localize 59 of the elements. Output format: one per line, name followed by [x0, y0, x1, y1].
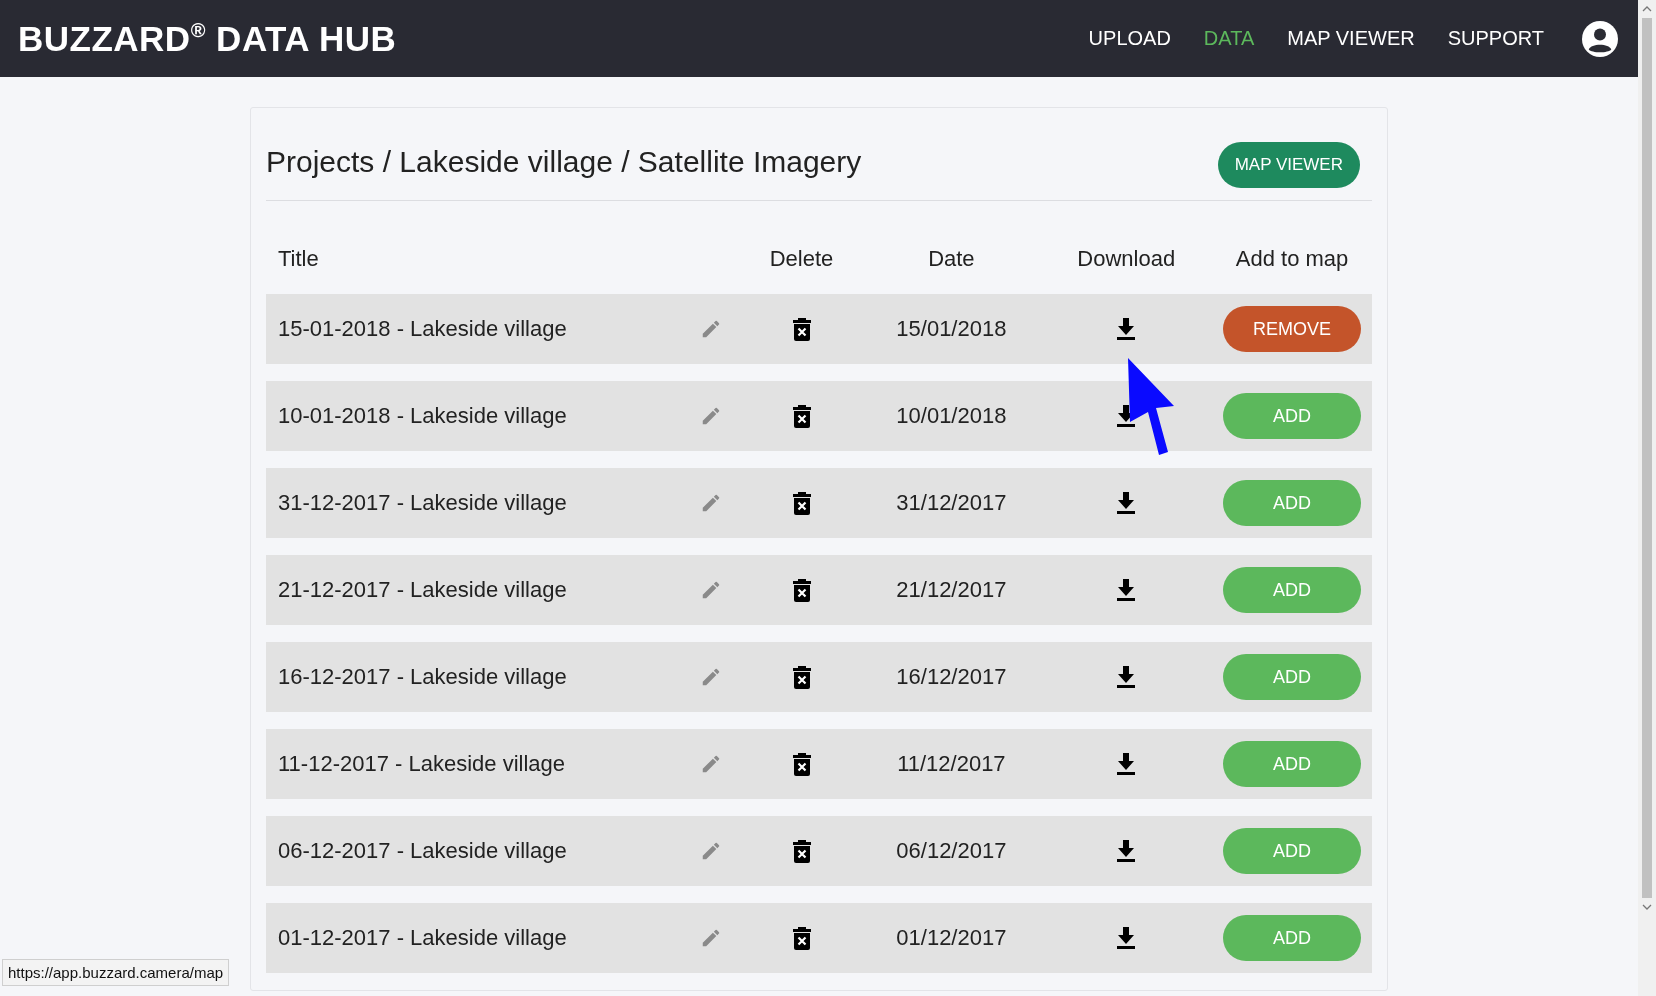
map-viewer-button[interactable]: MAP VIEWER — [1217, 142, 1360, 188]
date-cell-text: 06/12/2017 — [895, 838, 1008, 864]
account-icon[interactable] — [1582, 20, 1618, 57]
title-cell-text: 01-12-2017 - Lakeside village — [277, 925, 568, 951]
title-cell-text: 11-12-2017 - Lakeside village — [277, 751, 566, 777]
date-cell-text: 10/01/2018 — [895, 403, 1008, 429]
add-button[interactable]: ADD — [1223, 393, 1362, 439]
cursor-icon — [1126, 356, 1176, 456]
title-cell-text: 21-12-2017 - Lakeside village — [277, 577, 568, 603]
nav-link[interactable]: UPLOAD — [1088, 27, 1171, 50]
delete-icon[interactable] — [791, 839, 812, 863]
scrollbar-thumb[interactable] — [1642, 18, 1652, 898]
column-header: Title — [277, 245, 320, 272]
date-cell-text: 11/12/2017 — [896, 751, 1007, 777]
nav-link[interactable]: SUPPORT — [1447, 27, 1544, 50]
add-button[interactable]: ADD — [1223, 741, 1362, 787]
add-button[interactable]: ADD — [1223, 828, 1362, 874]
download-icon[interactable] — [1116, 752, 1137, 776]
date-cell-text: 21/12/2017 — [895, 577, 1008, 603]
download-icon[interactable] — [1116, 491, 1137, 515]
date-cell-text: 16/12/2017 — [895, 664, 1008, 690]
nav-link[interactable]: DATA — [1203, 27, 1255, 50]
download-icon[interactable] — [1116, 317, 1137, 341]
add-button[interactable]: ADD — [1223, 654, 1362, 700]
date-cell-text: 01/12/2017 — [895, 925, 1008, 951]
delete-icon[interactable] — [791, 926, 812, 950]
column-header: Download — [1076, 245, 1177, 272]
delete-icon[interactable] — [791, 491, 812, 515]
column-header: Delete — [768, 245, 835, 272]
delete-icon[interactable] — [791, 317, 812, 341]
logo[interactable]: BUZZARD$^{®}$ DATA HUB — [18, 18, 1089, 59]
download-icon[interactable] — [1116, 404, 1137, 428]
title-cell-text: 31-12-2017 - Lakeside village — [277, 490, 568, 516]
download-icon[interactable] — [1116, 839, 1137, 863]
delete-icon[interactable] — [791, 752, 812, 776]
nav-link[interactable]: MAP VIEWER — [1287, 27, 1415, 50]
download-icon[interactable] — [1116, 665, 1137, 689]
breadcrumb: Projects / Lakeside village / Satellite Imagery — [266, 145, 862, 179]
delete-icon[interactable] — [791, 665, 812, 689]
scroll-up-icon[interactable] — [1642, 6, 1652, 12]
download-icon[interactable] — [1116, 926, 1137, 950]
date-cell-text: 15/01/2018 — [895, 316, 1008, 342]
scrollbar[interactable] — [1638, 0, 1656, 996]
title-cell-text: 15-01-2018 - Lakeside village — [277, 316, 568, 342]
title-cell-text: 16-12-2017 - Lakeside village — [277, 664, 568, 690]
add-button[interactable]: ADD — [1223, 480, 1362, 526]
column-header: Add to map — [1234, 245, 1350, 272]
delete-icon[interactable] — [791, 404, 812, 428]
status-url: https://app.buzzard.camera/map — [2, 959, 230, 986]
date-cell-text: 31/12/2017 — [895, 490, 1008, 516]
scroll-down-icon[interactable] — [1642, 904, 1652, 910]
column-header: Date — [927, 245, 976, 272]
download-icon[interactable] — [1116, 578, 1137, 602]
add-button[interactable]: ADD — [1223, 915, 1362, 961]
title-cell-text: 10-01-2018 - Lakeside village — [277, 403, 568, 429]
remove-button[interactable]: REMOVE — [1223, 306, 1362, 352]
title-cell-text: 06-12-2017 - Lakeside village — [277, 838, 568, 864]
add-button[interactable]: ADD — [1223, 567, 1362, 613]
delete-icon[interactable] — [791, 578, 812, 602]
